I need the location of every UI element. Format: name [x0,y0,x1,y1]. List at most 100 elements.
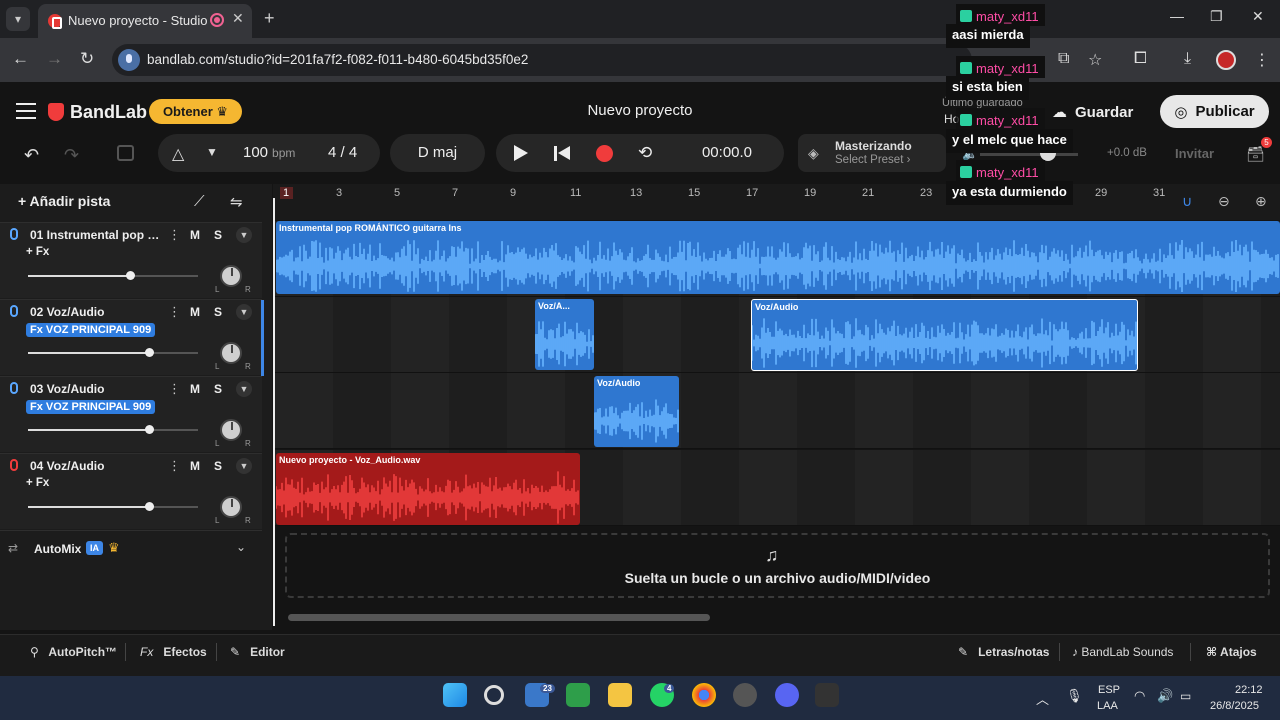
tray-chevron-icon[interactable]: ︿ [1036,689,1049,708]
save-button[interactable]: ☁ Guardar [1052,99,1148,125]
microphone-icon[interactable] [10,228,18,240]
track-name[interactable]: 04 Voz/Audio [30,459,164,473]
url-text[interactable]: bandlab.com/studio?id=201fa7f2-f082-f011… [147,52,528,67]
automix-row[interactable]: ⇄ AutoMix IA ♛ ⌄ [0,530,262,566]
tempo-value[interactable]: 100 bpm [243,144,295,161]
audio-clip[interactable]: Voz/A... [535,299,594,370]
skip-to-start-icon[interactable] [554,146,570,161]
pan-knob[interactable] [220,265,242,287]
clock-time[interactable]: 22:12 [1235,684,1263,696]
loop-icon[interactable]: ⟲ [638,143,652,163]
extensions-icon[interactable]: ⧠ [1134,50,1147,68]
editor-button[interactable]: ✎ Editor [230,645,285,659]
timeline-ruler[interactable] [273,184,1280,220]
pan-knob[interactable] [220,496,242,518]
chevron-down-icon[interactable]: ▼ [236,458,252,474]
bandlab-sounds-button[interactable]: ♪ BandLab Sounds [1072,645,1173,659]
bookmark-star-icon[interactable]: ☆ [1088,50,1102,70]
project-title[interactable]: Nuevo proyecto [540,102,740,119]
audio-clip[interactable]: Nuevo proyecto - Voz_Audio.wav [276,453,580,525]
audio-clip[interactable]: Voz/Audio [594,376,679,447]
effects-button[interactable]: Fx Efectos [140,645,207,659]
magnet-icon[interactable]: ∪ [1182,193,1192,210]
clock-date[interactable]: 26/8/2025 [1210,700,1259,712]
chevron-down-icon[interactable]: ▼ [236,304,252,320]
cast-icon[interactable]: ⧉ [1058,50,1069,68]
solo-button[interactable]: S [214,228,222,242]
lyrics-notes-button[interactable]: ✎ Letras/notas [958,645,1049,659]
language-indicator[interactable]: ESP [1098,684,1120,696]
solo-button[interactable]: S [214,459,222,473]
site-info-icon[interactable] [118,49,140,71]
more-options-icon[interactable]: ⋮ [168,458,181,474]
pan-knob[interactable] [220,419,242,441]
more-options-icon[interactable]: ⋮ [168,227,181,243]
obtener-membership-button[interactable]: Obtener ♛ [149,99,242,124]
hamburger-menu-icon[interactable] [16,103,36,119]
microphone-icon[interactable] [10,382,18,394]
microphone-icon[interactable] [10,305,18,317]
redo-icon[interactable]: ↷ [64,145,79,166]
master-volume-slider[interactable] [980,153,1078,156]
minimize-icon[interactable]: — [1170,8,1184,24]
record-button[interactable] [596,145,613,162]
file-explorer-icon[interactable] [608,683,632,707]
track-volume-slider[interactable] [28,502,198,511]
more-options-icon[interactable]: ⋮ [168,381,181,397]
track-header[interactable]: 03 Voz/Audio ⋮ M S ▼ Fx VOZ PRINCIPAL 909 L R [0,376,262,452]
mastering-preset-button[interactable]: ◈ Masterizando Select Preset › [798,134,946,172]
track-volume-slider[interactable] [28,348,198,357]
fx-button[interactable]: Fx VOZ PRINCIPAL 909 [26,400,156,414]
mixer-icon[interactable]: ⇋ [230,193,243,211]
new-tab-icon[interactable]: + [264,8,275,29]
tab-search-icon[interactable]: ▾ [6,7,30,31]
chevron-down-icon[interactable]: ▼ [206,145,218,159]
restore-icon[interactable]: ❐ [1210,8,1223,25]
playhead[interactable] [273,198,275,626]
chevron-down-icon[interactable]: ▼ [236,227,252,243]
microphone-icon[interactable]: 🎙 [1066,688,1083,704]
wifi-icon[interactable]: ◠ [1134,688,1145,704]
tuner-icon[interactable]: ⟋ [194,193,205,210]
zoom-out-icon[interactable]: ⊖ [1218,193,1230,210]
forward-icon[interactable]: → [46,49,63,69]
omnibox[interactable]: bandlab.com/studio?id=201fa7f2-f082-f011… [112,44,972,76]
obs-icon[interactable] [733,683,757,707]
audio-clip[interactable]: Instrumental pop ROMÁNTICO guitarra Ins [276,221,1280,294]
windows-start-icon[interactable] [443,683,467,707]
browser-tab[interactable]: Nuevo proyecto - Studio ✕ [38,4,252,38]
track-name[interactable]: 02 Voz/Audio [30,305,164,319]
app-icon[interactable] [815,683,839,707]
battery-icon[interactable]: ▭ [1180,689,1191,703]
keyboard-layout[interactable]: LAA [1097,700,1118,712]
profile-avatar[interactable] [1216,50,1236,70]
zoom-in-icon[interactable]: ⊕ [1255,193,1267,210]
track-volume-slider[interactable] [28,425,198,434]
key-selector[interactable]: D maj [390,144,485,161]
horizontal-scrollbar[interactable] [288,614,710,621]
publish-button[interactable]: ◎ Publicar [1160,95,1269,128]
mute-button[interactable]: M [190,382,200,396]
fx-button[interactable]: Fx VOZ PRINCIPAL 909 [26,323,156,337]
speaker-icon[interactable]: 🔊 [1157,688,1173,704]
chrome-icon[interactable] [692,683,716,707]
download-icon[interactable]: ⤓ [1184,50,1191,68]
discord-icon[interactable] [775,683,799,707]
track-name[interactable]: 01 Instrumental pop R... [30,228,164,242]
reload-icon[interactable]: ↻ [80,49,94,69]
time-signature[interactable]: 4 / 4 [328,144,357,161]
track-name[interactable]: 03 Voz/Audio [30,382,164,396]
track-header[interactable]: 04 Voz/Audio ⋮ M S ▼ + Fx L R [0,453,262,529]
track-header[interactable]: 01 Instrumental pop R... ⋮ M S ▼ + Fx L R [0,222,262,298]
mute-button[interactable]: M [190,228,200,242]
more-options-icon[interactable]: ⋮ [168,304,181,320]
fx-button[interactable]: + Fx [26,246,49,258]
mute-button[interactable]: M [190,459,200,473]
browser-menu-icon[interactable]: ⋮ [1254,50,1270,70]
shop-icon[interactable]: 🗃 [1246,145,1265,163]
microphone-icon[interactable] [10,459,18,471]
view-toggle-icon[interactable] [117,145,134,161]
search-icon[interactable] [484,685,504,705]
solo-button[interactable]: S [214,382,222,396]
close-window-icon[interactable]: ✕ [1252,8,1264,25]
